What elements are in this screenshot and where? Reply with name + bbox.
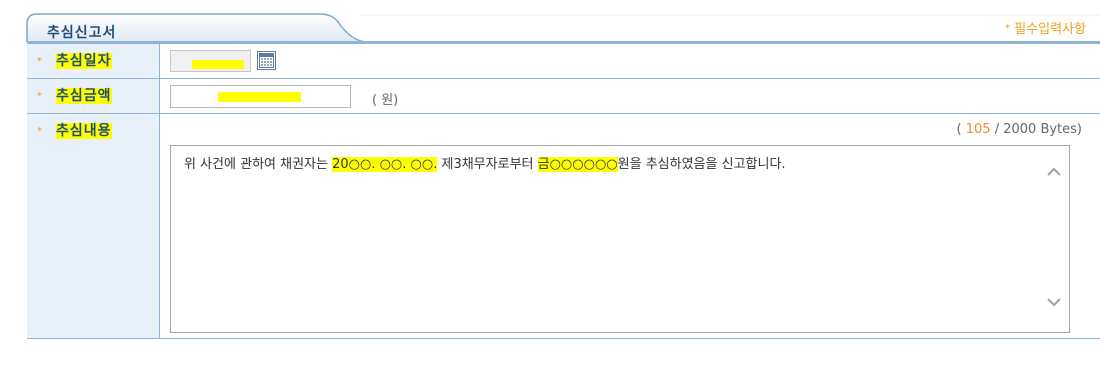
value-cell-content: ( 105 / 2000 Bytes) 위 사건에 관하여 채권자는 20○○.… <box>160 114 1100 338</box>
amount-label: 추심금액 <box>56 88 112 104</box>
byte-counter: ( 105 / 2000 Bytes) <box>957 122 1082 137</box>
date-label: 추심일자 <box>56 53 112 69</box>
collection-report-form: * 추심일자 * 추심금액 (원) * 추심내용 (105 / 2000 B… <box>27 42 1100 339</box>
label-cell-amount: * 추심금액 <box>27 79 160 113</box>
redaction-highlight <box>192 60 244 69</box>
required-star-icon: * <box>37 126 42 137</box>
collection-date-input[interactable] <box>170 50 251 72</box>
calendar-button[interactable] <box>257 51 276 70</box>
textarea-content: 위 사건에 관하여 채권자는 20○○. ○○. ○○. 제3채무자로부터 금○… <box>184 153 786 172</box>
content-text-3: 원을 추심하였음을 신고합니다. <box>617 157 786 172</box>
required-star-icon: * <box>37 91 42 102</box>
label-cell-date: * 추심일자 <box>27 44 160 78</box>
required-note-text: 필수입력사항 <box>1014 22 1086 37</box>
collection-amount-input[interactable] <box>170 85 351 108</box>
scroll-up-icon[interactable] <box>1047 167 1061 176</box>
content-text-2: 제3채무자로부터 <box>437 157 538 172</box>
required-note: * 필수입력사항 <box>1005 18 1086 37</box>
tab-shape <box>26 13 1100 42</box>
redaction-highlight <box>218 92 301 102</box>
content-text-1: 위 사건에 관하여 채권자는 <box>184 157 333 172</box>
value-cell-amount: ( 원) <box>160 79 1100 113</box>
collection-content-textarea[interactable]: 위 사건에 관하여 채권자는 20○○. ○○. ○○. 제3채무자로부터 금○… <box>170 145 1070 333</box>
content-label: 추심내용 <box>56 123 112 139</box>
row-collection-amount: * 추심금액 ( 원) <box>27 79 1100 114</box>
required-star-icon: * <box>1005 23 1011 34</box>
page-title: 추심신고서 <box>47 25 117 41</box>
byte-counter-open: ( <box>956 122 966 137</box>
amount-unit: ( 원) <box>372 93 399 108</box>
byte-counter-max: / 2000 Bytes) <box>990 122 1082 137</box>
form-header: 추심신고서 * 필수입력사항 <box>0 0 1100 42</box>
scroll-down-icon[interactable] <box>1047 298 1061 307</box>
row-collection-date: * 추심일자 <box>27 44 1100 79</box>
content-date-highlight: 20○○. ○○. ○○. <box>332 157 438 172</box>
required-star-icon: * <box>37 56 42 67</box>
byte-count: 105 <box>965 122 991 137</box>
label-cell-content: * 추심내용 <box>27 114 160 338</box>
value-cell-date <box>160 44 1100 78</box>
row-collection-content: * 추심내용 ( 105 / 2000 Bytes) 위 사건에 관하여 채권자… <box>27 114 1100 339</box>
content-amount-highlight: 금○○○○○○ <box>537 157 618 172</box>
calendar-icon <box>259 53 274 68</box>
